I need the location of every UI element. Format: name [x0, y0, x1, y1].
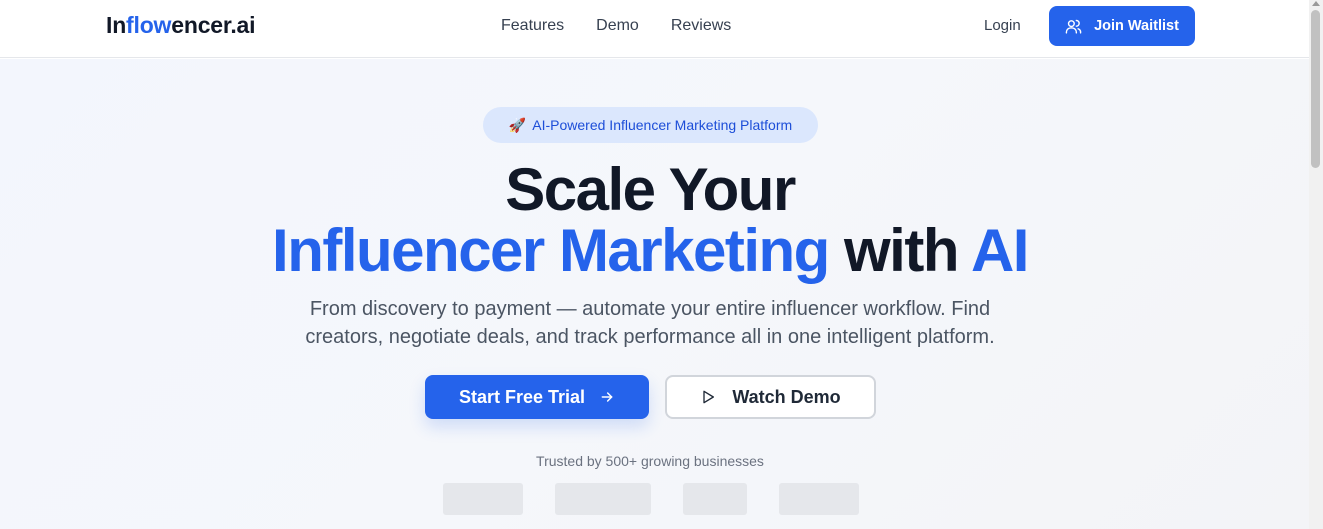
platform-badge: 🚀 AI-Powered Influencer Marketing Platfo…	[483, 107, 818, 143]
join-waitlist-label: Join Waitlist	[1094, 18, 1179, 34]
brand-prefix: In	[106, 12, 127, 38]
scroll-up-arrow-icon[interactable]	[1312, 1, 1320, 6]
play-icon	[703, 390, 715, 404]
nav-link-demo[interactable]: Demo	[596, 16, 639, 36]
headline-line-1: Scale Your	[505, 156, 796, 223]
rocket-icon: 🚀	[508, 116, 527, 133]
headline-connector: with	[844, 217, 959, 284]
nav-links: Features Demo Reviews	[501, 16, 731, 36]
scrollbar-thumb[interactable]	[1311, 10, 1320, 168]
headline-highlight-1: Influencer Marketing	[272, 217, 830, 284]
nav-link-features[interactable]: Features	[501, 16, 564, 36]
start-free-trial-button[interactable]: Start Free Trial	[425, 375, 649, 419]
headline-highlight-2: AI	[970, 217, 1030, 284]
viewport: Inflowencer.ai Features Demo Reviews Log…	[0, 0, 1309, 529]
partner-logo-placeholder	[779, 483, 859, 515]
trusted-by-text: Trusted by 500+ growing businesses	[536, 453, 764, 469]
navbar: Inflowencer.ai Features Demo Reviews Log…	[0, 0, 1309, 58]
hero-section: 🚀 AI-Powered Influencer Marketing Platfo…	[0, 59, 1309, 529]
brand-logo[interactable]: Inflowencer.ai	[106, 12, 256, 39]
hero-subtitle: From discovery to payment — automate you…	[305, 298, 995, 348]
platform-badge-label: AI-Powered Influencer Marketing Platform	[532, 117, 793, 133]
arrow-right-icon	[601, 392, 613, 402]
partner-logo-placeholder	[683, 483, 747, 515]
headline-line-2: Influencer Marketing with AI	[0, 218, 1300, 284]
partner-logo-placeholder	[555, 483, 651, 515]
watch-demo-label: Watch Demo	[732, 386, 841, 407]
brand-accent: flow	[126, 12, 172, 38]
start-free-trial-label: Start Free Trial	[458, 386, 586, 407]
join-waitlist-button[interactable]: Join Waitlist	[1049, 6, 1195, 46]
partner-logo-placeholder	[443, 483, 523, 515]
brand-suffix: encer.ai	[171, 12, 256, 38]
watch-demo-button[interactable]: Watch Demo	[665, 375, 876, 419]
nav-link-reviews[interactable]: Reviews	[671, 16, 731, 36]
login-link[interactable]: Login	[984, 17, 1021, 34]
users-icon	[1065, 19, 1082, 34]
